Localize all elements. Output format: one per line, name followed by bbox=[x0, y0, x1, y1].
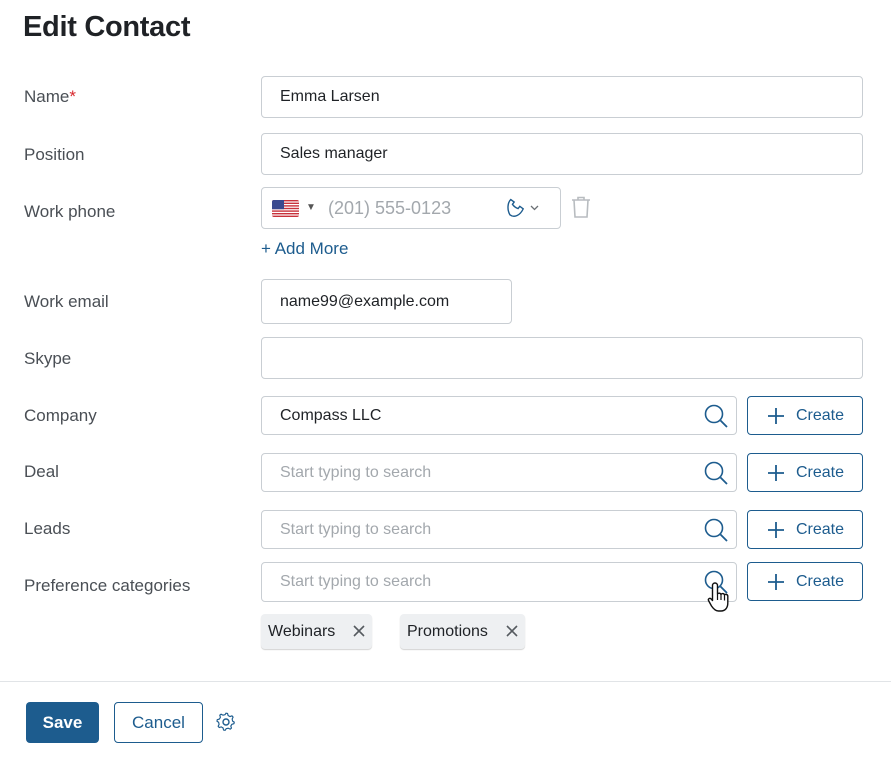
work-email-label: Work email bbox=[24, 292, 109, 311]
position-label: Position bbox=[24, 145, 85, 164]
plus-icon bbox=[768, 465, 784, 481]
create-company-label: Create bbox=[796, 407, 845, 424]
create-leads-button[interactable]: Create bbox=[747, 510, 863, 549]
deal-placeholder: Start typing to search bbox=[280, 464, 432, 481]
save-button[interactable]: Save bbox=[26, 702, 99, 743]
leads-search-input[interactable]: Start typing to search bbox=[261, 510, 737, 549]
create-preference-category-button[interactable]: Create bbox=[747, 562, 863, 601]
create-deal-button[interactable]: Create bbox=[747, 453, 863, 492]
preference-categories-label: Preference categories bbox=[24, 576, 191, 595]
create-preference-category-label: Create bbox=[796, 573, 845, 590]
create-leads-label: Create bbox=[796, 521, 845, 538]
company-label: Company bbox=[24, 406, 97, 425]
position-field[interactable]: Sales manager bbox=[261, 133, 863, 175]
us-flag-icon[interactable] bbox=[272, 200, 299, 217]
remove-tag-icon[interactable] bbox=[352, 624, 366, 638]
footer-divider bbox=[0, 681, 891, 682]
company-value: Compass LLC bbox=[280, 407, 382, 424]
country-dropdown-icon[interactable]: ▼ bbox=[306, 202, 316, 213]
leads-placeholder: Start typing to search bbox=[280, 521, 432, 538]
leads-label: Leads bbox=[24, 519, 71, 538]
page-title: Edit Contact bbox=[23, 11, 191, 43]
create-company-button[interactable]: Create bbox=[747, 396, 863, 435]
name-field[interactable]: Emma Larsen bbox=[261, 76, 863, 118]
tag-chip: Webinars bbox=[261, 614, 372, 649]
position-value: Sales manager bbox=[280, 145, 388, 162]
phone-icon[interactable] bbox=[505, 196, 545, 220]
tag-chip: Promotions bbox=[400, 614, 525, 649]
preference-categories-placeholder: Start typing to search bbox=[280, 573, 432, 590]
gear-icon[interactable] bbox=[216, 712, 236, 732]
add-more-phone-link[interactable]: + Add More bbox=[261, 239, 348, 259]
work-phone-field[interactable]: ▼ (201) 555-0123 bbox=[261, 187, 561, 229]
work-phone-label: Work phone bbox=[24, 202, 116, 221]
preference-categories-search-input[interactable]: Start typing to search bbox=[261, 562, 737, 602]
search-icon[interactable] bbox=[702, 459, 730, 487]
skype-field[interactable] bbox=[261, 337, 863, 379]
plus-icon bbox=[768, 522, 784, 538]
search-icon[interactable] bbox=[702, 516, 730, 544]
deal-label: Deal bbox=[24, 462, 59, 481]
work-phone-placeholder: (201) 555-0123 bbox=[328, 198, 452, 218]
company-field[interactable]: Compass LLC bbox=[261, 396, 737, 435]
required-mark: * bbox=[69, 87, 76, 106]
plus-icon bbox=[768, 408, 784, 424]
tag-label: Webinars bbox=[268, 623, 336, 640]
tag-label: Promotions bbox=[407, 623, 488, 640]
search-icon[interactable] bbox=[702, 402, 730, 430]
deal-search-input[interactable]: Start typing to search bbox=[261, 453, 737, 492]
hand-cursor-icon bbox=[707, 582, 729, 612]
cancel-button[interactable]: Cancel bbox=[114, 702, 203, 743]
create-deal-label: Create bbox=[796, 464, 845, 481]
plus-icon bbox=[768, 574, 784, 590]
delete-phone-icon[interactable] bbox=[570, 195, 592, 219]
remove-tag-icon[interactable] bbox=[505, 624, 519, 638]
work-email-value: name99@example.com bbox=[280, 293, 450, 310]
work-email-field[interactable]: name99@example.com bbox=[261, 279, 512, 324]
name-label: Name* bbox=[24, 87, 76, 106]
skype-label: Skype bbox=[24, 349, 72, 368]
name-value: Emma Larsen bbox=[280, 88, 380, 105]
